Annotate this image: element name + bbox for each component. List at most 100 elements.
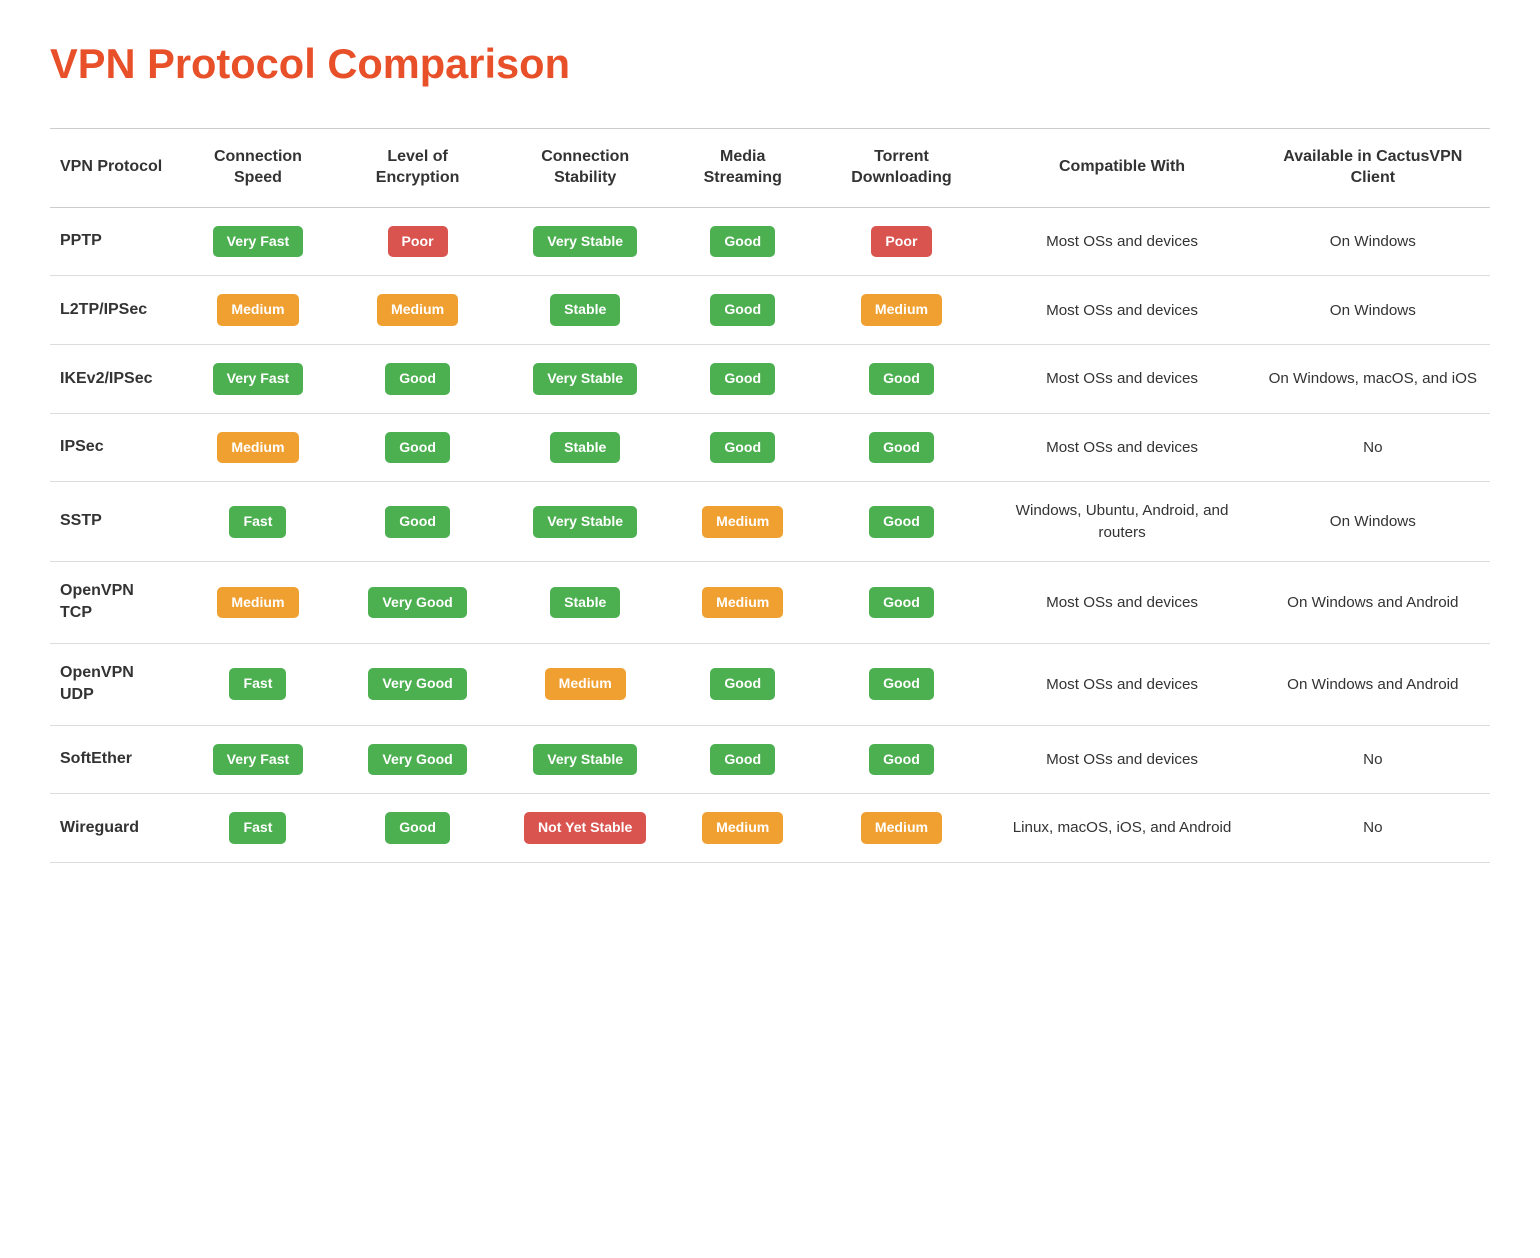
encryption-cell: Very Good <box>336 561 500 643</box>
available-cell: On Windows and Android <box>1256 643 1490 725</box>
protocol-name: IPSec <box>50 413 180 482</box>
speed-cell: Medium <box>180 561 336 643</box>
table-row: IPSecMediumGoodStableGoodGoodMost OSs an… <box>50 413 1490 482</box>
column-header-2: Level of Encryption <box>336 129 500 208</box>
protocol-name: OpenVPN TCP <box>50 561 180 643</box>
available-cell: No <box>1256 725 1490 794</box>
streaming-badge: Medium <box>702 812 783 844</box>
encryption-cell: Good <box>336 345 500 414</box>
table-row: OpenVPN TCPMediumVery GoodStableMediumGo… <box>50 561 1490 643</box>
streaming-cell: Medium <box>671 561 815 643</box>
stability-badge: Stable <box>550 587 620 619</box>
table-row: L2TP/IPSecMediumMediumStableGoodMediumMo… <box>50 276 1490 345</box>
encryption-badge: Very Good <box>368 587 466 619</box>
speed-badge: Fast <box>229 812 286 844</box>
page-title: VPN Protocol Comparison <box>50 40 1490 88</box>
streaming-cell: Medium <box>671 794 815 863</box>
available-cell: On Windows <box>1256 482 1490 562</box>
torrent-cell: Medium <box>814 794 988 863</box>
table-row: IKEv2/IPSec Very Fast Good Very Stable Good G… <box>50 345 1490 414</box>
torrent-cell: Good <box>814 643 988 725</box>
encryption-badge: Good <box>385 812 450 844</box>
streaming-badge: Good <box>710 363 775 395</box>
stability-cell: Stable <box>499 561 671 643</box>
speed-cell: Fast <box>180 794 336 863</box>
speed-cell: Medium <box>180 276 336 345</box>
streaming-cell: Good <box>671 725 815 794</box>
column-header-4: Media Streaming <box>671 129 815 208</box>
speed-badge: Fast <box>229 668 286 700</box>
encryption-badge: Good <box>385 432 450 464</box>
torrent-badge: Good <box>869 506 934 538</box>
protocol-name: SSTP <box>50 482 180 562</box>
encryption-badge: Poor <box>388 226 448 258</box>
torrent-cell: Good <box>814 561 988 643</box>
stability-badge: Not Yet Stable <box>524 812 646 844</box>
available-cell: No <box>1256 413 1490 482</box>
compatible-cell: Linux, macOS, iOS, and Android <box>988 794 1255 863</box>
encryption-badge: Very Good <box>368 744 466 776</box>
streaming-badge: Good <box>710 668 775 700</box>
compatible-cell: Most OSs and devices <box>988 643 1255 725</box>
encryption-cell: Very Good <box>336 725 500 794</box>
torrent-badge: Good <box>869 587 934 619</box>
streaming-badge: Good <box>710 744 775 776</box>
speed-badge: Very Fast <box>213 744 304 776</box>
stability-cell: Very Stable <box>499 725 671 794</box>
speed-cell: Very Fast <box>180 207 336 276</box>
torrent-cell: Good <box>814 413 988 482</box>
torrent-badge: Good <box>869 432 934 464</box>
streaming-cell: Good <box>671 643 815 725</box>
available-cell: On Windows, macOS, and iOS <box>1256 345 1490 414</box>
streaming-badge: Good <box>710 226 775 258</box>
stability-badge: Very Stable <box>533 363 637 395</box>
torrent-badge: Medium <box>861 294 942 326</box>
protocol-name: PPTP <box>50 207 180 276</box>
available-cell: No <box>1256 794 1490 863</box>
column-header-0: VPN Protocol <box>50 129 180 208</box>
column-header-3: Connection Stability <box>499 129 671 208</box>
speed-cell: Fast <box>180 643 336 725</box>
speed-cell: Very Fast <box>180 725 336 794</box>
table-row: OpenVPN UDPFastVery GoodMediumGoodGoodMo… <box>50 643 1490 725</box>
stability-cell: Very Stable <box>499 207 671 276</box>
available-cell: On Windows <box>1256 207 1490 276</box>
encryption-cell: Good <box>336 794 500 863</box>
compatible-cell: Most OSs and devices <box>988 561 1255 643</box>
speed-badge: Medium <box>217 294 298 326</box>
torrent-cell: Good <box>814 345 988 414</box>
streaming-badge: Good <box>710 294 775 326</box>
speed-badge: Very Fast <box>213 226 304 258</box>
compatible-cell: Most OSs and devices <box>988 207 1255 276</box>
compatible-cell: Most OSs and devices <box>988 276 1255 345</box>
torrent-badge: Good <box>869 744 934 776</box>
column-header-7: Available in CactusVPN Client <box>1256 129 1490 208</box>
speed-cell: Fast <box>180 482 336 562</box>
speed-badge: Very Fast <box>213 363 304 395</box>
encryption-cell: Good <box>336 482 500 562</box>
table-row: SSTPFastGoodVery StableMediumGoodWindows… <box>50 482 1490 562</box>
stability-cell: Very Stable <box>499 482 671 562</box>
speed-cell: Very Fast <box>180 345 336 414</box>
speed-cell: Medium <box>180 413 336 482</box>
streaming-badge: Medium <box>702 506 783 538</box>
speed-badge: Medium <box>217 432 298 464</box>
column-header-1: Connection Speed <box>180 129 336 208</box>
streaming-badge: Medium <box>702 587 783 619</box>
compatible-cell: Windows, Ubuntu, Android, and routers <box>988 482 1255 562</box>
torrent-cell: Medium <box>814 276 988 345</box>
streaming-cell: Good <box>671 207 815 276</box>
torrent-cell: Poor <box>814 207 988 276</box>
stability-cell: Medium <box>499 643 671 725</box>
table-header-row: VPN ProtocolConnection SpeedLevel of Enc… <box>50 129 1490 208</box>
available-cell: On Windows and Android <box>1256 561 1490 643</box>
stability-cell: Stable <box>499 276 671 345</box>
stability-badge: Stable <box>550 294 620 326</box>
stability-cell: Very Stable <box>499 345 671 414</box>
table-row: PPTPVery FastPoorVery StableGoodPoorMost… <box>50 207 1490 276</box>
torrent-badge: Good <box>869 668 934 700</box>
protocol-name: Wireguard <box>50 794 180 863</box>
protocol-name: IKEv2/IPSec <box>50 345 180 414</box>
protocol-name: L2TP/IPSec <box>50 276 180 345</box>
streaming-cell: Good <box>671 413 815 482</box>
